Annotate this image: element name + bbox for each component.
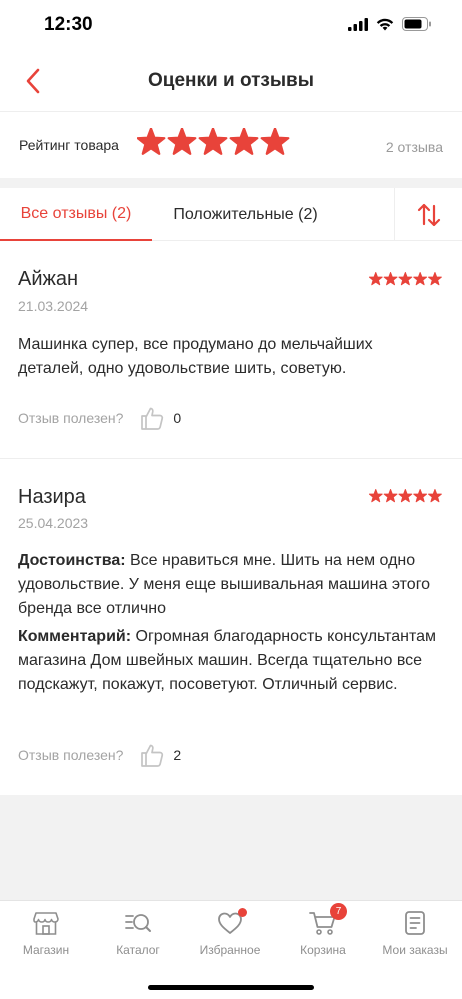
nav-item-label: Избранное: [199, 943, 261, 957]
nav-bar: Оценки и отзывы: [0, 52, 462, 112]
like-button[interactable]: [139, 742, 165, 768]
catalog-search-icon: [124, 909, 152, 937]
review-date: 25.04.2023: [18, 515, 89, 531]
cart-count-badge: 7: [330, 903, 347, 920]
thumbs-up-icon: [141, 407, 164, 430]
star-icon: [229, 128, 259, 155]
nav-item-label: Каталог: [116, 943, 160, 957]
star-icon: [398, 272, 413, 286]
orders-icon: [401, 909, 429, 937]
review-tabs: Все отзывы (2) Положительные (2): [0, 188, 462, 241]
section-separator: [0, 178, 462, 188]
star-icon: [413, 489, 428, 503]
star-icon: [137, 128, 166, 155]
tab-all-reviews[interactable]: Все отзывы (2): [0, 188, 152, 241]
favorites-dot-badge: [238, 908, 247, 917]
review-comment: Комментарий: Огромная благодарность конс…: [18, 625, 438, 697]
nav-item-label: Мои заказы: [382, 943, 448, 957]
status-icons: [348, 17, 432, 31]
review-date: 21.03.2024: [18, 298, 89, 314]
star-icon: [167, 128, 197, 155]
comment-label: Комментарий:: [18, 628, 132, 645]
like-count: 0: [173, 410, 182, 426]
nav-item-label: Магазин: [22, 943, 70, 957]
sort-icon: [417, 203, 440, 226]
sort-button[interactable]: [394, 188, 462, 241]
star-icon: [369, 272, 383, 286]
star-icon: [198, 128, 228, 155]
review-card: Айжан 21.03.2024 Машинка супер, все прод…: [0, 241, 462, 458]
rating-count: 2 отзыва: [385, 139, 443, 155]
store-icon: [32, 909, 60, 937]
cart-icon: 7: [309, 903, 347, 937]
status-bar: 12:30: [0, 0, 462, 52]
review-author: Айжан: [18, 268, 79, 290]
star-icon: [428, 489, 442, 503]
helpful-label: Отзыв полезен?: [18, 410, 124, 426]
helpful-label: Отзыв полезен?: [18, 747, 124, 763]
home-indicator: [148, 985, 314, 990]
star-icon: [260, 128, 290, 155]
review-card: Назира 25.04.2023 Достоинства: Все нрави…: [0, 459, 462, 795]
review-text: Машинка супер, все продумано до мельчайш…: [18, 336, 373, 377]
empty-area: [0, 795, 462, 900]
star-icon: [369, 489, 383, 503]
thumbs-up-icon: [141, 744, 164, 767]
star-icon: [428, 272, 442, 286]
heart-icon: [216, 908, 247, 937]
review-stars: [369, 272, 442, 286]
review-stars: [369, 489, 442, 503]
nav-item-cart[interactable]: 7 Корзина: [277, 903, 369, 957]
rating-stars: [137, 128, 290, 155]
signal-icon: [348, 17, 368, 31]
like-count: 2: [173, 747, 182, 763]
review-pros: Достоинства: Все нравиться мне. Шить на …: [18, 549, 438, 621]
status-time: 12:30: [44, 14, 93, 35]
pros-label: Достоинства:: [18, 552, 126, 569]
nav-item-store[interactable]: Магазин: [0, 909, 92, 957]
battery-icon: [402, 17, 431, 31]
nav-item-label: Корзина: [300, 943, 346, 957]
nav-item-favorites[interactable]: Избранное: [184, 908, 276, 957]
star-icon: [383, 489, 398, 503]
rating-label: Рейтинг товара: [19, 137, 119, 153]
nav-item-orders[interactable]: Мои заказы: [369, 909, 461, 957]
wifi-icon: [376, 18, 394, 30]
nav-item-catalog[interactable]: Каталог: [92, 909, 184, 957]
review-author: Назира: [18, 486, 86, 508]
star-icon: [398, 489, 413, 503]
like-button[interactable]: [139, 405, 165, 431]
page-title: Оценки и отзывы: [148, 70, 314, 91]
helpful-row: Отзыв полезен? 2: [18, 742, 181, 768]
star-icon: [383, 272, 398, 286]
helpful-row: Отзыв полезен? 0: [18, 405, 181, 431]
star-icon: [413, 272, 428, 286]
tab-positive-reviews[interactable]: Положительные (2): [152, 188, 339, 241]
